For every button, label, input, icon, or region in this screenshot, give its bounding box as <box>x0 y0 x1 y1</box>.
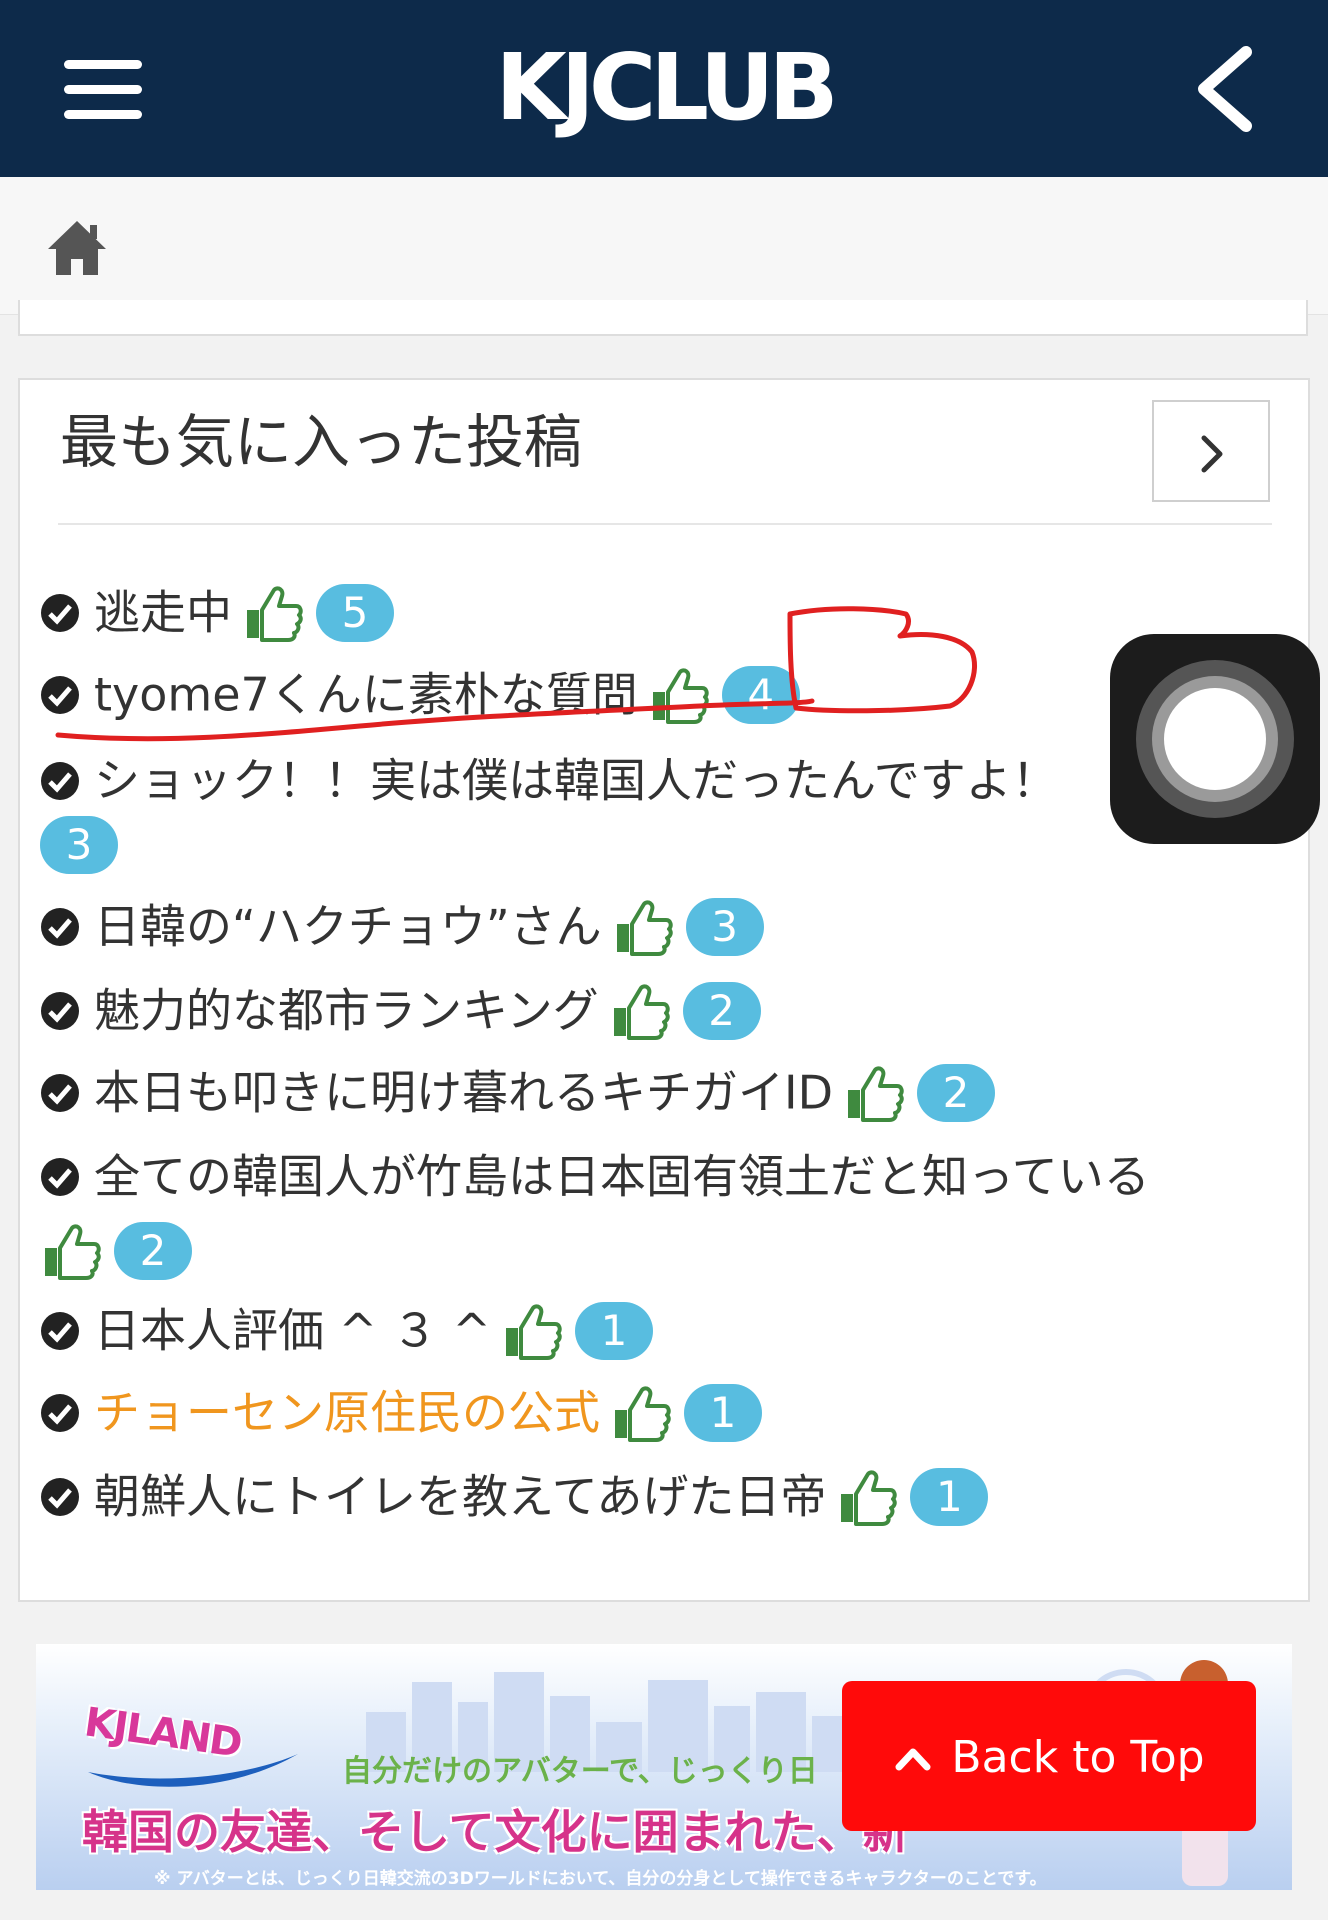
home-icon[interactable] <box>46 217 108 279</box>
like-count-badge: 4 <box>721 665 800 724</box>
like-count-badge: 1 <box>574 1301 653 1360</box>
like-count-badge: 3 <box>685 897 764 956</box>
post-title[interactable]: 魅力的な都市ランキング <box>94 984 599 1038</box>
check-circle-icon <box>41 675 79 714</box>
list-item-continuation: 2 <box>40 1214 1270 1282</box>
favorite-posts-panel: 最も気に入った投稿 逃走中 5 tyome7くんに素朴な質問 4 ショック！！実は僕… <box>18 378 1310 1602</box>
check-circle-icon <box>41 593 79 632</box>
like-count-badge: 2 <box>114 1221 192 1280</box>
thumbs-up-icon <box>841 1469 898 1526</box>
list-item[interactable]: 本日も叩きに明け暮れるキチガイID 2 <box>40 1056 1270 1126</box>
post-title[interactable]: 本日も叩きに明け暮れるキチガイID <box>94 1066 833 1120</box>
check-circle-icon <box>41 1073 79 1112</box>
post-title[interactable]: 全ての韓国人が竹島は日本固有領土だと知っている <box>94 1150 1150 1204</box>
like-count-badge: 3 <box>40 815 118 874</box>
list-item[interactable]: 全ての韓国人が竹島は日本固有領土だと知っている <box>40 1140 1270 1210</box>
chevron-up-icon <box>895 1748 931 1771</box>
check-circle-icon <box>41 1311 79 1350</box>
like-count-badge: 2 <box>682 981 761 1040</box>
list-item[interactable]: 逃走中 5 <box>40 576 1270 646</box>
post-title[interactable]: 逃走中 <box>94 586 232 640</box>
like-count-badge: 1 <box>910 1467 989 1526</box>
list-item-continuation: 3 <box>40 808 1270 874</box>
check-circle-icon <box>41 991 79 1030</box>
like-count-badge: 2 <box>917 1063 995 1122</box>
banner-headline: 韓国の友達、そして文化に囲まれた、新 <box>82 1805 909 1859</box>
check-circle-icon <box>41 907 79 946</box>
list-item[interactable]: 朝鮮人にトイレを教えてあげた日帝 1 <box>40 1460 1270 1530</box>
banner-tagline: 自分だけのアバターで、じっくり日 <box>342 1754 818 1789</box>
post-title[interactable]: 朝鮮人にトイレを教えてあげた日帝 <box>94 1470 826 1524</box>
thumbs-up-icon <box>616 899 673 956</box>
thumbs-up-icon <box>247 585 303 642</box>
like-count-badge: 5 <box>316 583 394 642</box>
back-to-top-label: Back to Top <box>951 1732 1205 1783</box>
back-to-top-button[interactable]: Back to Top <box>842 1681 1256 1831</box>
like-count-badge: 1 <box>684 1383 762 1442</box>
list-item[interactable]: 日本人評価 ^ ３ ^ 1 <box>40 1294 1270 1364</box>
list-item[interactable]: tyome7くんに素朴な質問 4 <box>40 658 1270 728</box>
list-item[interactable]: チョーセン原住民の公式 1 <box>40 1376 1270 1446</box>
post-title[interactable]: 日韓の“ハクチョウ”さん <box>94 900 602 954</box>
check-circle-icon <box>41 1157 79 1196</box>
thumbs-up-icon <box>848 1065 904 1122</box>
check-circle-icon <box>41 1393 79 1432</box>
post-title[interactable]: ショック！！実は僕は韓国人だったんですよ！ <box>94 754 1058 808</box>
banner-footnote: ※ アバターとは、じっくり日韓交流の3Dワールドにおいて、自分の分身として操作で… <box>154 1869 1047 1889</box>
thumbs-up-icon <box>652 667 709 724</box>
chevron-left-icon[interactable] <box>1190 46 1260 132</box>
previous-panel-edge <box>18 300 1308 336</box>
breadcrumb <box>0 177 1328 315</box>
site-logo[interactable]: KJCLUB <box>0 38 1328 138</box>
thumbs-up-icon <box>613 983 670 1040</box>
list-item[interactable]: 日韓の“ハクチョウ”さん 3 <box>40 890 1270 960</box>
check-circle-icon <box>41 761 79 800</box>
assistive-touch-center <box>1164 688 1266 790</box>
top-nav-bar: KJCLUB <box>0 0 1328 177</box>
post-title[interactable]: 日本人評価 ^ ３ ^ <box>94 1304 491 1358</box>
check-circle-icon <box>41 1477 79 1516</box>
post-list: 逃走中 5 tyome7くんに素朴な質問 4 ショック！！実は僕は韓国人だったんです… <box>20 380 1308 1600</box>
thumbs-up-icon <box>505 1303 562 1360</box>
post-title[interactable]: チョーセン原住民の公式 <box>94 1386 600 1440</box>
list-item[interactable]: 魅力的な都市ランキング 2 <box>40 974 1270 1044</box>
post-title[interactable]: tyome7くんに素朴な質問 <box>94 668 638 722</box>
thumbs-up-icon <box>45 1223 101 1280</box>
assistive-touch-button[interactable] <box>1110 634 1320 844</box>
thumbs-up-icon <box>615 1385 671 1442</box>
list-item[interactable]: ショック！！実は僕は韓国人だったんですよ！ <box>40 744 1270 814</box>
